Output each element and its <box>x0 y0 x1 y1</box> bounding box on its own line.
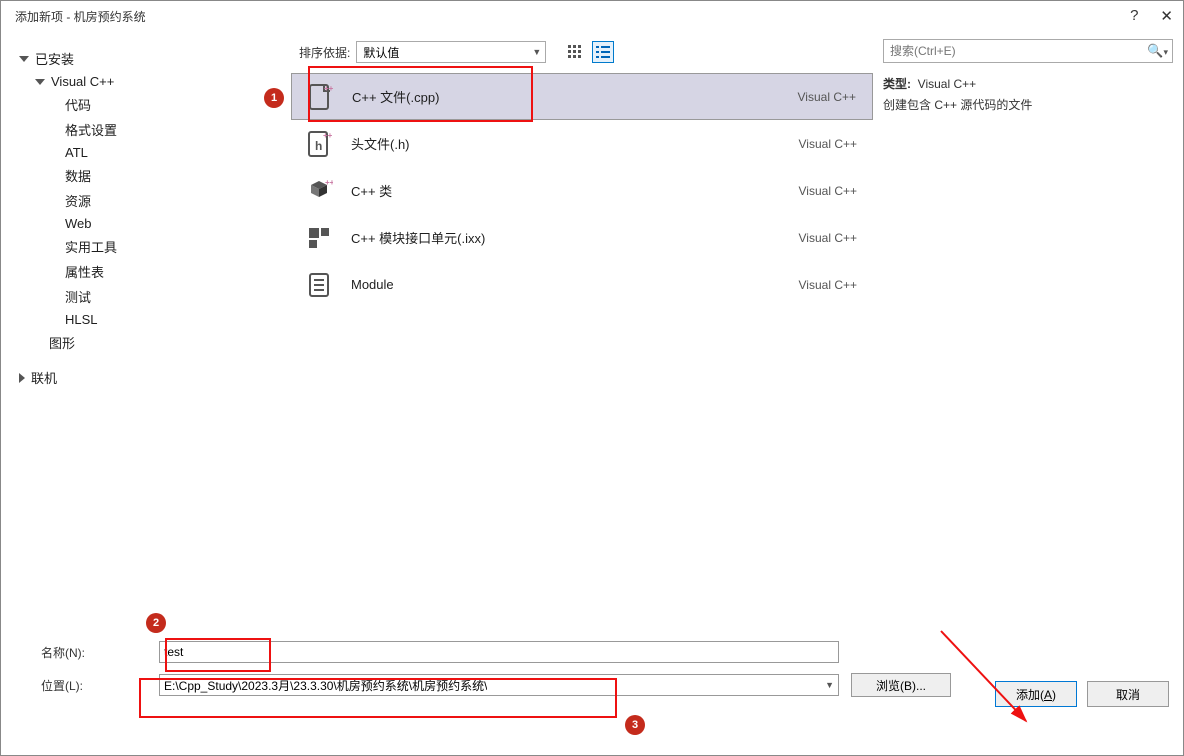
type-label: 类型: Visual C++ <box>883 75 1173 92</box>
template-lang: Visual C++ <box>799 137 857 151</box>
tree-visual-cpp[interactable]: Visual C++ <box>19 71 281 92</box>
sort-bar: 排序依据: 默认值 ▼ <box>291 31 873 67</box>
tree-item-propsheet[interactable]: 属性表 <box>19 259 281 284</box>
template-name: Module <box>351 277 799 292</box>
title-bar: 添加新项 - 机房预约系统 ? ✕ <box>1 1 1183 31</box>
tree-installed[interactable]: 已安装 <box>19 46 281 71</box>
header-file-icon: h++ <box>303 128 335 160</box>
template-cpp-class[interactable]: ++ C++ 类 Visual C++ <box>291 167 873 214</box>
annotation-badge-1: 1 <box>264 88 284 108</box>
window-title: 添加新项 - 机房预约系统 <box>15 8 146 25</box>
svg-text:++: ++ <box>324 84 334 93</box>
close-icon[interactable]: ✕ <box>1160 7 1173 25</box>
name-input[interactable] <box>159 641 839 663</box>
bottom-form: 名称(N): 位置(L): E:\Cpp_Study\2023.3月\23.3.… <box>1 627 1183 721</box>
tree-item-code[interactable]: 代码 <box>19 92 281 117</box>
grid-view-icon[interactable] <box>564 41 586 63</box>
svg-text:++: ++ <box>325 178 333 187</box>
tree-item-utility[interactable]: 实用工具 <box>19 234 281 259</box>
tree-item-hlsl[interactable]: HLSL <box>19 309 281 330</box>
cpp-class-icon: ++ <box>303 175 335 207</box>
tree-item-resource[interactable]: 资源 <box>19 188 281 213</box>
category-sidebar: 已安装 Visual C++ 代码 格式设置 ATL 数据 资源 Web 实用工… <box>1 31 291 627</box>
search-icon[interactable]: 🔍▾ <box>1147 43 1168 59</box>
tree-item-web[interactable]: Web <box>19 213 281 234</box>
name-label: 名称(N): <box>41 644 159 661</box>
template-lang: Visual C++ <box>799 184 857 198</box>
location-input[interactable]: E:\Cpp_Study\2023.3月\23.3.30\机房预约系统\机房预约… <box>159 674 839 696</box>
svg-text:++: ++ <box>323 131 333 140</box>
svg-text:h: h <box>315 139 322 153</box>
cancel-button[interactable]: 取消 <box>1087 681 1169 707</box>
browse-button[interactable]: 浏览(B)... <box>851 673 951 697</box>
template-name: 头文件(.h) <box>351 134 799 153</box>
tree-item-atl[interactable]: ATL <box>19 142 281 163</box>
sort-label: 排序依据: <box>299 44 350 61</box>
template-module-interface[interactable]: C++ 模块接口单元(.ixx) Visual C++ <box>291 214 873 261</box>
cpp-file-icon: ++ <box>304 81 336 113</box>
chevron-down-icon <box>35 79 45 85</box>
search-box[interactable]: 🔍▾ <box>883 39 1173 63</box>
sort-dropdown[interactable]: 默认值 ▼ <box>356 41 546 63</box>
template-module[interactable]: Module Visual C++ <box>291 261 873 308</box>
tree-item-format[interactable]: 格式设置 <box>19 117 281 142</box>
template-cpp-file[interactable]: ++ C++ 文件(.cpp) Visual C++ <box>291 73 873 120</box>
module-interface-icon <box>303 222 335 254</box>
list-view-icon[interactable] <box>592 41 614 63</box>
template-name: C++ 类 <box>351 181 799 200</box>
chevron-down-icon[interactable]: ▼ <box>825 680 834 690</box>
tree-item-test[interactable]: 测试 <box>19 284 281 309</box>
search-input[interactable] <box>890 44 1147 58</box>
template-lang: Visual C++ <box>799 278 857 292</box>
add-button[interactable]: 添加(A) <box>995 681 1077 707</box>
tree-item-data[interactable]: 数据 <box>19 163 281 188</box>
type-description: 创建包含 C++ 源代码的文件 <box>883 96 1173 113</box>
chevron-down-icon: ▼ <box>532 47 541 57</box>
tree-online[interactable]: 联机 <box>19 365 281 390</box>
template-lang: Visual C++ <box>798 90 856 104</box>
template-name: C++ 文件(.cpp) <box>352 87 798 106</box>
template-name: C++ 模块接口单元(.ixx) <box>351 228 799 247</box>
details-panel: 🔍▾ 类型: Visual C++ 创建包含 C++ 源代码的文件 <box>873 31 1183 627</box>
annotation-badge-3: 3 <box>625 715 645 735</box>
help-icon[interactable]: ? <box>1130 7 1138 25</box>
template-list: ++ C++ 文件(.cpp) Visual C++ h++ 头文件(.h) V… <box>291 67 873 627</box>
chevron-down-icon <box>19 56 29 62</box>
annotation-badge-2: 2 <box>146 613 166 633</box>
template-lang: Visual C++ <box>799 231 857 245</box>
module-icon <box>303 269 335 301</box>
location-label: 位置(L): <box>41 677 159 694</box>
chevron-right-icon <box>19 373 25 383</box>
tree-graphics[interactable]: 图形 <box>19 330 281 355</box>
template-header-file[interactable]: h++ 头文件(.h) Visual C++ <box>291 120 873 167</box>
